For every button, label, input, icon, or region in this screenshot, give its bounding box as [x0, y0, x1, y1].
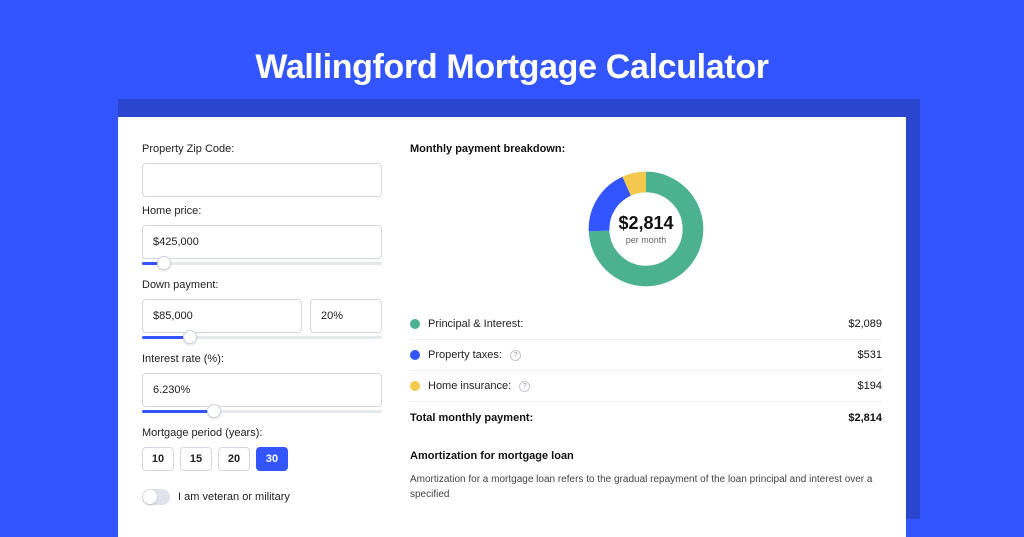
down-slider[interactable]	[142, 331, 382, 345]
legend-row-taxes: Property taxes: ? $531	[410, 340, 882, 371]
slider-rail-bg	[142, 262, 382, 265]
donut-center-sub: per month	[626, 235, 667, 245]
card-shadow-right	[906, 99, 920, 519]
legend-name: Property taxes:	[428, 349, 502, 361]
legend-dot-icon	[410, 319, 420, 329]
legend-left: Principal & Interest:	[410, 318, 523, 330]
price-slider[interactable]	[142, 257, 382, 271]
zip-label: Property Zip Code:	[142, 143, 382, 155]
form-panel: Property Zip Code: Home price: Down paym…	[142, 143, 382, 511]
veteran-toggle[interactable]	[142, 489, 170, 505]
slider-thumb[interactable]	[207, 404, 221, 418]
zip-input[interactable]	[142, 163, 382, 197]
down-row	[142, 299, 382, 333]
total-value: $2,814	[848, 412, 882, 424]
legend-left: Home insurance: ?	[410, 380, 530, 392]
legend-row-principal: Principal & Interest: $2,089	[410, 309, 882, 340]
slider-rail-fill	[142, 410, 214, 413]
down-amount-input[interactable]	[142, 299, 302, 333]
total-label: Total monthly payment:	[410, 412, 533, 424]
rate-slider[interactable]	[142, 405, 382, 419]
breakdown-panel: Monthly payment breakdown: $2,814 per mo…	[410, 143, 882, 511]
legend-row-insurance: Home insurance: ? $194	[410, 371, 882, 402]
veteran-row: I am veteran or military	[142, 489, 382, 505]
period-group: Mortgage period (years): 10 15 20 30	[142, 427, 382, 471]
slider-thumb[interactable]	[183, 330, 197, 344]
info-icon[interactable]: ?	[519, 381, 530, 392]
legend-dot-icon	[410, 381, 420, 391]
veteran-label: I am veteran or military	[178, 491, 290, 503]
info-icon[interactable]: ?	[510, 350, 521, 361]
amortization-title: Amortization for mortgage loan	[410, 450, 882, 462]
breakdown-title: Monthly payment breakdown:	[410, 143, 882, 155]
total-row: Total monthly payment: $2,814	[410, 402, 882, 440]
rate-input[interactable]	[142, 373, 382, 407]
price-group: Home price:	[142, 205, 382, 271]
period-option-10[interactable]: 10	[142, 447, 174, 471]
period-option-20[interactable]: 20	[218, 447, 250, 471]
legend-name: Home insurance:	[428, 380, 511, 392]
down-group: Down payment:	[142, 279, 382, 345]
slider-thumb[interactable]	[157, 256, 171, 270]
donut-chart: $2,814 per month	[584, 167, 708, 291]
donut-chart-wrap: $2,814 per month	[410, 167, 882, 291]
legend-value: $531	[858, 349, 882, 361]
rate-label: Interest rate (%):	[142, 353, 382, 365]
down-percent-input[interactable]	[310, 299, 382, 333]
calculator-card: Property Zip Code: Home price: Down paym…	[118, 117, 906, 537]
legend-value: $2,089	[848, 318, 882, 330]
price-input[interactable]	[142, 225, 382, 259]
toggle-knob	[143, 490, 157, 504]
rate-group: Interest rate (%):	[142, 353, 382, 419]
donut-center: $2,814 per month	[584, 167, 708, 291]
period-label: Mortgage period (years):	[142, 427, 382, 439]
period-options: 10 15 20 30	[142, 447, 382, 471]
price-label: Home price:	[142, 205, 382, 217]
zip-group: Property Zip Code:	[142, 143, 382, 197]
calculator-card-wrap: Property Zip Code: Home price: Down paym…	[118, 117, 906, 537]
card-shadow-top	[118, 99, 920, 117]
legend-dot-icon	[410, 350, 420, 360]
legend-name: Principal & Interest:	[428, 318, 523, 330]
legend-left: Property taxes: ?	[410, 349, 521, 361]
donut-center-value: $2,814	[618, 213, 673, 234]
down-label: Down payment:	[142, 279, 382, 291]
period-option-30[interactable]: 30	[256, 447, 288, 471]
amortization-text: Amortization for a mortgage loan refers …	[410, 472, 882, 502]
period-option-15[interactable]: 15	[180, 447, 212, 471]
legend-value: $194	[858, 380, 882, 392]
